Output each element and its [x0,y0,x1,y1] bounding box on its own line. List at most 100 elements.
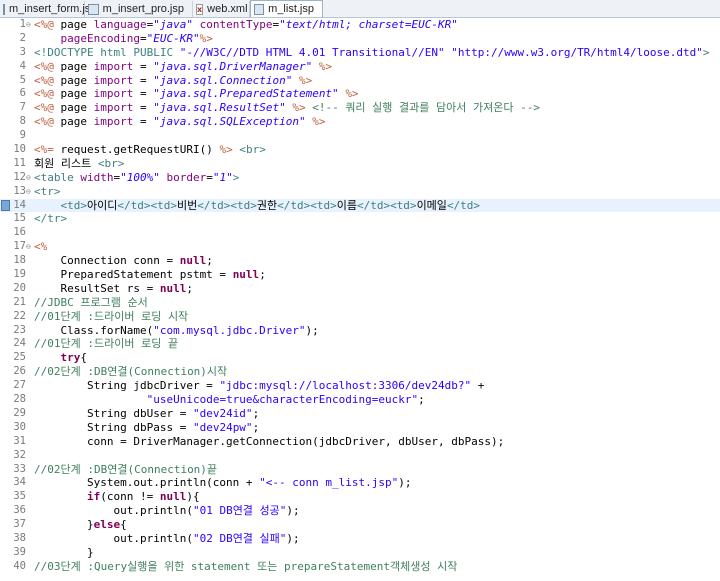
line-code: ResultSet rs = null; [34,281,193,295]
code-line[interactable]: 27 String jdbcDriver = "jdbc:mysql://loc… [0,379,720,393]
line-code: Class.forName("com.mysql.jdbc.Driver"); [34,323,319,337]
code-line[interactable]: 4 <%@ page import = "java.sql.DriverManag… [0,60,720,74]
code-line[interactable]: 40 //03단계 :Query실행을 위한 statement 또는 prepa… [0,560,720,574]
code-line[interactable]: 28 "useUnicode=true&characterEncoding=eu… [0,393,720,407]
line-number: 39 [13,545,26,558]
code-line[interactable]: 7 <%@ page import = "java.sql.ResultSet" … [0,101,720,115]
code-line[interactable]: 19 PreparedStatement pstmt = null; [0,268,720,282]
code-line[interactable]: 26 //02단계 :DB연결(Connection)시작 [0,365,720,379]
code-line[interactable]: 29 String dbUser = "dev24id"; [0,407,720,421]
line-number: 20 [13,281,26,294]
code-line[interactable]: 31 conn = DriverManager.getConnection(jd… [0,435,720,449]
line-code: 회원 리스트 <br> [34,156,125,170]
line-code: //01단계 :드라이버 로딩 시작 [34,309,189,323]
code-line[interactable]: 20 ResultSet rs = null; [0,282,720,296]
tab-m-list-jsp[interactable]: m_list.jsp [250,0,323,17]
line-number: 21 [13,295,26,308]
code-line[interactable]: 24 //01단계 :드라이버 로딩 끝 [0,337,720,351]
line-code: <%@ page language="java" contentType="te… [34,18,458,31]
code-line[interactable]: 39 } [0,546,720,560]
code-line[interactable]: 25 try{ [0,351,720,365]
code-line[interactable]: 32 [0,449,720,463]
line-code: if(conn != null){ [86,490,200,504]
tab-web-xml[interactable]: x web.xml [193,1,250,17]
line-number: 7 [19,101,26,114]
code-line[interactable]: 22 //01단계 :드라이버 로딩 시작 [0,310,720,324]
line-code: <!DOCTYPE html PUBLIC "-//W3C//DTD HTML … [34,45,710,59]
line-code: //01단계 :드라이버 로딩 끝 [34,337,179,351]
code-line[interactable]: 18 Connection conn = null; [0,254,720,268]
code-editor[interactable]: 1 ⊖ <%@ page language="java" contentType="… [0,18,720,581]
fold-toggle-icon[interactable]: ⊖ [26,185,34,199]
code-line[interactable]: 12 ⊖ <table width="100%" border="1"> [0,171,720,185]
line-code: PreparedStatement pstmt = null; [34,268,266,282]
line-number: 25 [13,351,26,364]
line-number: 8 [19,115,26,128]
line-number: 12 [13,170,26,183]
tab-m-insert-form-jsp[interactable]: m_insert_form.jsp [0,1,96,17]
code-line[interactable]: 35 if(conn != null){ [0,490,720,504]
jsp-file-icon [88,3,99,15]
code-line[interactable]: 21 //JDBC 프로그램 순서 [0,296,720,310]
code-line[interactable]: 38 out.println("02 DB연결 실패"); [0,532,720,546]
line-code: <table width="100%" border="1"> [34,170,240,184]
code-line[interactable]: 30 String dbPass = "dev24pw"; [0,421,720,435]
line-number: 3 [19,45,26,58]
line-number: 9 [19,129,26,142]
code-line[interactable]: 3 <!DOCTYPE html PUBLIC "-//W3C//DTD HTML… [0,46,720,60]
line-code: <%@ page import = "java.sql.Connection" … [34,73,313,87]
code-line[interactable]: 36 out.println("01 DB연결 성공"); [0,504,720,518]
line-number: 32 [13,448,26,461]
tab-label: web.xml [207,3,248,15]
code-line[interactable]: 34 System.out.println(conn + "<-- conn m… [0,476,720,490]
line-code: Connection conn = null; [34,254,213,268]
code-line[interactable]: 9 [0,129,720,143]
code-line[interactable]: 11 회원 리스트 <br> [0,157,720,171]
editor-tab-bar: m_insert_form.jsp m_insert_pro.jsp x web.xm… [0,0,720,18]
line-code: <%@ page import = "java.sql.ResultSet" %… [34,101,540,115]
code-line[interactable]: 13 ⊖ <tr> [0,185,720,199]
line-code: //02단계 :DB연결(Connection)끝 [34,462,218,476]
line-number: 37 [13,518,26,531]
tab-label: m_list.jsp [268,3,314,15]
line-number: 29 [13,406,26,419]
code-line[interactable]: 8 <%@ page import = "java.sql.SQLExceptio… [0,115,720,129]
line-number: 17 [13,240,26,253]
code-line[interactable]: 17 ⊖ <% [0,240,720,254]
line-number: 2 [19,31,26,44]
code-line[interactable]: 1 ⊖ <%@ page language="java" contentType="… [0,18,720,32]
code-line[interactable]: 6 <%@ page import = "java.sql.PreparedSta… [0,87,720,101]
line-number: 15 [13,212,26,225]
line-code: "useUnicode=true&characterEncoding=euckr… [146,393,425,407]
tab-m-insert-pro-jsp[interactable]: m_insert_pro.jsp [85,1,193,17]
fold-toggle-icon[interactable]: ⊖ [26,18,34,32]
line-number: 30 [13,420,26,433]
code-line[interactable]: 23 Class.forName("com.mysql.jdbc.Driver"… [0,324,720,338]
line-code: <%@ page import = "java.sql.PreparedStat… [34,87,359,101]
line-code: try{ [60,351,88,365]
code-line[interactable]: 14 <td>아이디</td><td>비번</td><td>권한</td><td… [0,198,720,213]
code-line[interactable]: 2 pageEncoding="EUC-KR"%> [0,32,720,46]
tab-label: m_insert_pro.jsp [102,3,184,15]
code-line[interactable]: 33 //02단계 :DB연결(Connection)끝 [0,463,720,477]
line-number: 26 [13,365,26,378]
code-line[interactable]: 16 [0,226,720,240]
line-code: String dbUser = "dev24id"; [34,406,260,420]
line-number: 6 [19,87,26,100]
line-code: <% [34,240,48,254]
line-number: 34 [13,476,26,489]
fold-toggle-icon[interactable]: ⊖ [26,171,34,185]
line-number: 4 [19,59,26,72]
jsp-file-icon [3,3,5,15]
line-number: 24 [13,337,26,350]
line-number: 11 [13,156,26,169]
code-line[interactable]: 15 </tr> [0,212,720,226]
fold-toggle-icon[interactable]: ⊖ [26,240,34,254]
code-line[interactable]: 5 <%@ page import = "java.sql.Connection"… [0,74,720,88]
code-line[interactable]: 37 }else{ [0,518,720,532]
line-code: //03단계 :Query실행을 위한 statement 또는 prepare… [34,559,458,573]
line-number: 36 [13,504,26,517]
code-line[interactable]: 10 <%= request.getRequestURI() %> <br> [0,143,720,157]
line-code: System.out.println(conn + "<-- conn m_li… [34,476,412,490]
line-code: <%= request.getRequestURI() %> <br> [34,143,266,157]
